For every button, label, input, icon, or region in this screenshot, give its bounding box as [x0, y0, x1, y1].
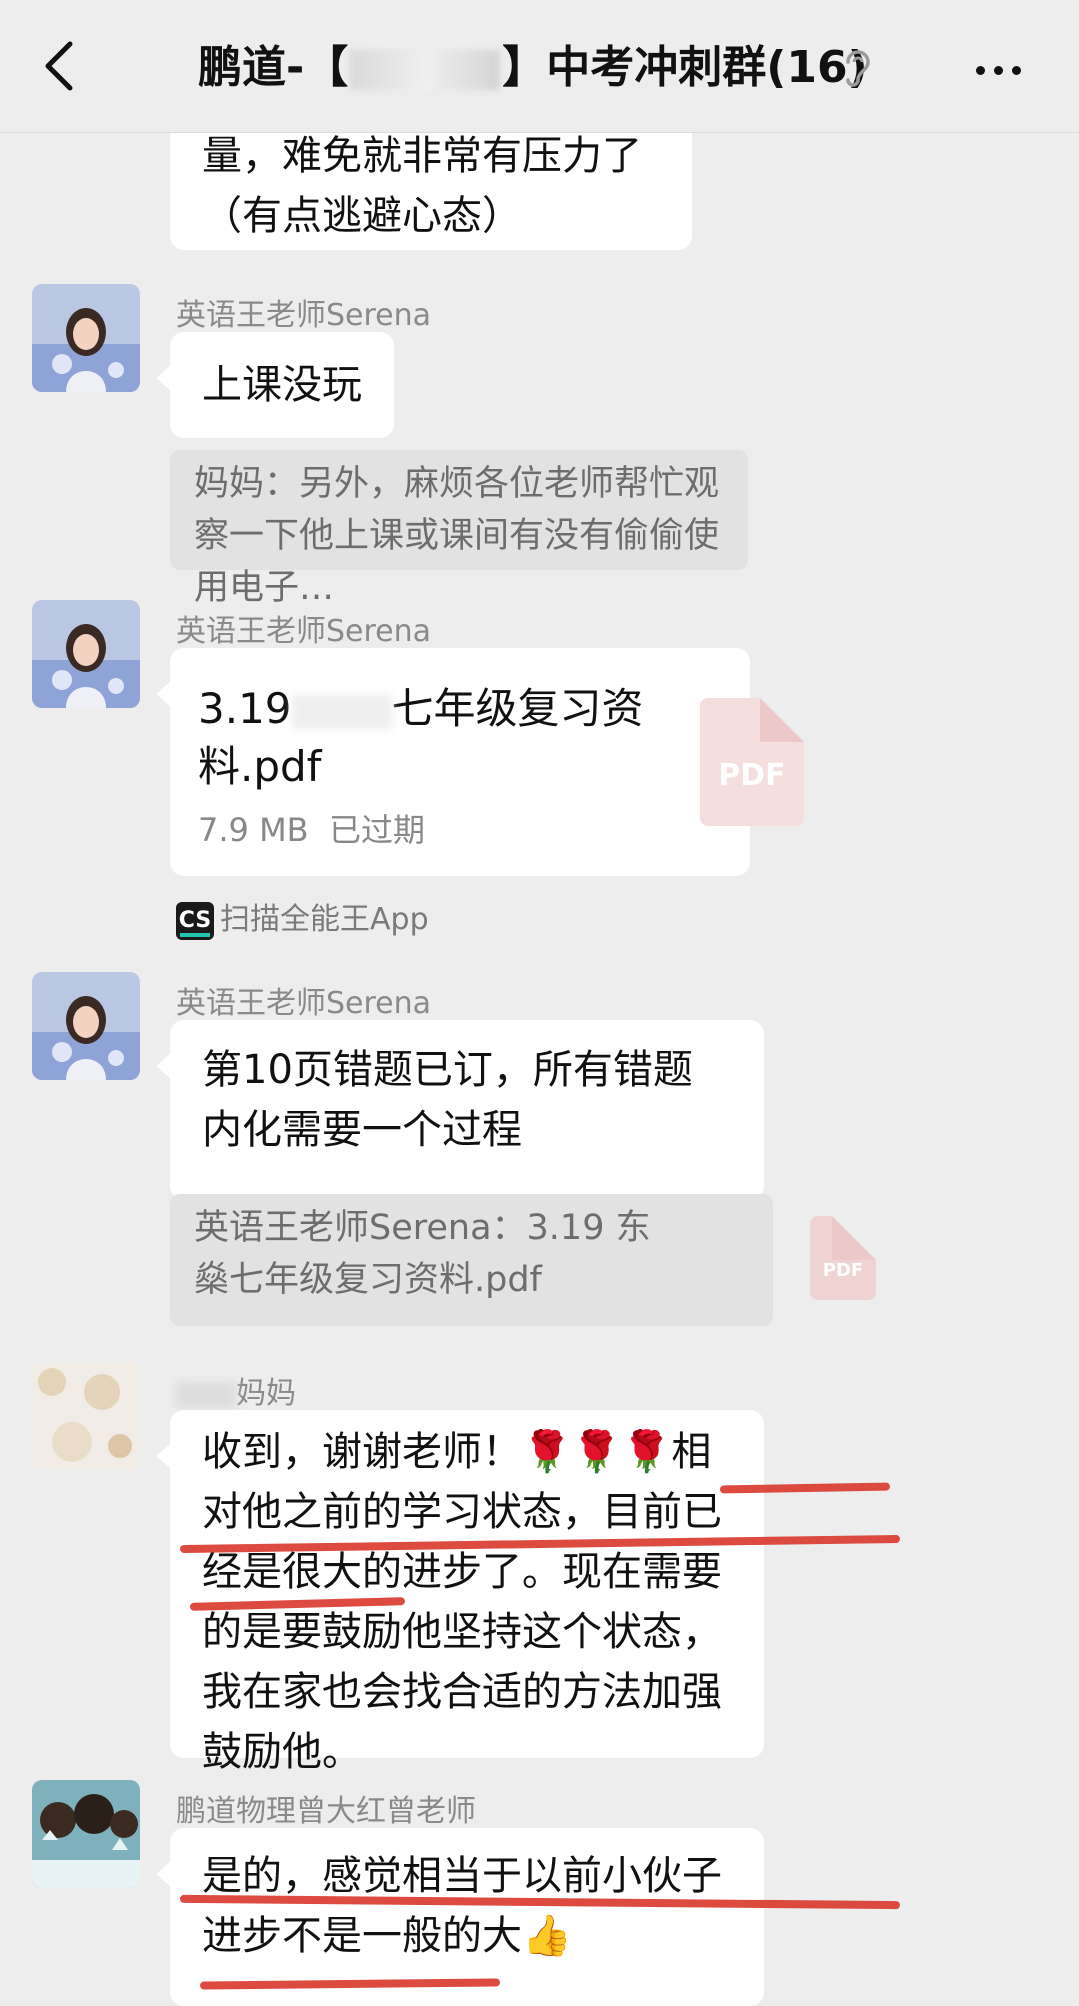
message-bubble[interactable]: 收到，谢谢老师！🌹🌹🌹相对他之前的学习状态，目前已经是很大的进步了。现在需要的是…: [156, 1410, 764, 1775]
quoted-text: 英语王老师Serena：3.19 东燊七年级复习资料.pdf: [194, 1208, 651, 1300]
avatar[interactable]: [32, 284, 140, 392]
highlight-underline: [719, 1482, 891, 1494]
message-text: 上课没玩: [202, 362, 362, 408]
chat-title-suffix: 】中考冲刺群(16): [502, 42, 868, 93]
quoted-text: 妈妈：另外，麻烦各位老师帮忙观察一下他上课或课间有没有偷偷使用电子…: [194, 464, 720, 608]
message-text: 第10页错题已订，所有错题内化需要一个过程: [202, 1047, 693, 1153]
more-options-icon[interactable]: [976, 60, 1032, 76]
message-bubble[interactable]: 第10页错题已订，所有错题内化需要一个过程: [156, 1020, 764, 1200]
file-name: 3.19 七年级复习资 料.pdf: [198, 684, 644, 791]
file-status: 已过期: [328, 811, 425, 849]
chat-header: 鹏道-【 】中考冲刺群(16): [0, 0, 1079, 133]
source-app-label: 扫描全能王App: [220, 902, 429, 937]
pdf-icon: PDF: [700, 698, 804, 826]
message-bubble[interactable]: 上课没玩: [156, 332, 394, 438]
avatar[interactable]: [32, 600, 140, 708]
file-message-bubble[interactable]: 3.19 七年级复习资 料.pdf 7.9 MB 已过期 PDF: [156, 648, 804, 876]
earpiece-mode-icon: [846, 50, 870, 87]
sender-name: 妈妈: [176, 1368, 296, 1412]
redacted-name: [176, 1381, 236, 1408]
source-app[interactable]: CS 扫描全能王App: [176, 894, 429, 940]
quoted-message[interactable]: 妈妈：另外，麻烦各位老师帮忙观察一下他上课或课间有没有偷偷使用电子…: [170, 450, 748, 608]
camscanner-icon: CS: [176, 901, 214, 940]
file-meta: 7.9 MB 已过期: [198, 800, 425, 860]
chat-title: 鹏道-【 】中考冲刺群(16): [198, 38, 868, 98]
redacted-name: [350, 50, 501, 90]
quoted-message[interactable]: 英语王老师Serena：3.19 东燊七年级复习资料.pdf PDF: [170, 1194, 876, 1326]
avatar[interactable]: [32, 1780, 140, 1888]
avatar[interactable]: [32, 972, 140, 1080]
sender-name: 英语王老师Serena: [176, 986, 432, 1021]
sender-name: 英语王老师Serena: [176, 614, 432, 649]
pdf-icon: PDF: [810, 1216, 876, 1300]
redacted-name: [291, 694, 392, 729]
chat-title-prefix: 鹏道-【: [198, 42, 349, 93]
sender-name: 英语王老师Serena: [176, 298, 432, 333]
sender-name: 鹏道物理曾大红曾老师: [176, 1794, 476, 1829]
back-arrow-icon[interactable]: [40, 38, 84, 94]
message-text: 量，难免就非常有压力了（有点逃避心态）: [202, 133, 642, 239]
avatar[interactable]: [32, 1362, 140, 1470]
file-size: 7.9 MB: [198, 811, 309, 849]
